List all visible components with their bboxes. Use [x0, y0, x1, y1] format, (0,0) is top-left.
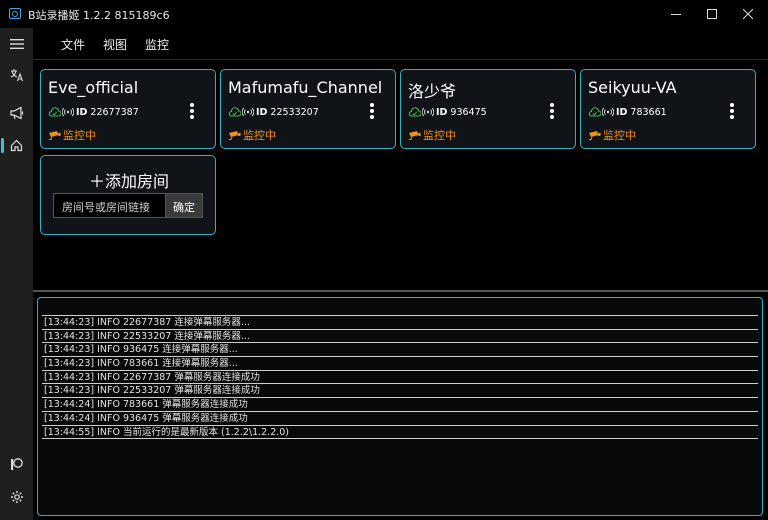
translate-icon [10, 69, 23, 82]
confirm-add-room-button[interactable]: 确定 [165, 193, 203, 218]
log-line: [13:44:55] INFO 当前运行的是最新版本 (1.2.2\1.2.2.… [42, 424, 758, 439]
room-id: 22677387 [90, 106, 139, 118]
camera-icon [408, 130, 421, 140]
minimize-icon [671, 14, 681, 15]
nav-home-button[interactable] [0, 129, 33, 161]
room-id: 783661 [630, 106, 667, 118]
home-icon [10, 139, 23, 151]
room-card[interactable]: 洛少爷 ID 936475 监控中 [400, 69, 576, 149]
room-id-input[interactable]: 房间号或房间链接 [53, 193, 165, 218]
nav-settings-button[interactable] [0, 481, 33, 513]
room-id-label: ID [436, 106, 448, 118]
live-signal-icon [602, 107, 614, 117]
live-signal-icon [422, 107, 434, 117]
cloud-check-icon [408, 107, 421, 117]
room-id-label: ID [256, 106, 268, 118]
log-list: [13:44:23] INFO 22677387 连接弹幕服务器... [13:4… [42, 315, 758, 440]
room-meta: ID 936475 [408, 106, 487, 118]
log-line: [13:44:23] INFO 783661 连接弹幕服务器... [42, 356, 758, 370]
menu-view[interactable]: 视图 [103, 36, 127, 53]
close-button[interactable] [730, 0, 766, 28]
kebab-menu-icon[interactable] [189, 103, 195, 119]
room-meta: ID 22533207 [228, 106, 319, 118]
close-icon [743, 9, 753, 19]
live-signal-icon [242, 107, 254, 117]
log-line: [13:44:23] INFO 22533207 弹幕服务器连接成功 [42, 383, 758, 397]
nav-language-button[interactable] [0, 59, 33, 91]
room-id: 936475 [450, 106, 487, 118]
settings-gear-icon [10, 491, 23, 503]
room-name: 洛少爷 [408, 82, 457, 101]
cloud-check-icon [48, 107, 61, 117]
app-logo-icon [9, 8, 21, 19]
live-signal-icon [62, 107, 74, 117]
log-panel: [13:44:23] INFO 22677387 连接弹幕服务器... [13:4… [37, 297, 763, 516]
cloud-check-icon [228, 107, 241, 117]
kebab-menu-icon[interactable] [729, 103, 735, 119]
patreon-icon [11, 457, 23, 470]
room-name: Eve_official [48, 78, 139, 97]
hamburger-menu-icon [9, 39, 24, 49]
add-room-card: ＋添加房间 房间号或房间链接 确定 [40, 155, 216, 235]
room-id-label: ID [76, 106, 88, 118]
room-card[interactable]: Mafumafu_Channel ID 22533207 监控中 [220, 69, 396, 149]
room-card[interactable]: Seikyuu-VA ID 783661 监控中 [580, 69, 756, 149]
room-meta: ID 22677387 [48, 106, 139, 118]
camera-icon [48, 130, 61, 140]
maximize-button[interactable] [694, 0, 730, 28]
nav-announcement-button[interactable] [0, 97, 33, 129]
cloud-check-icon [588, 107, 601, 117]
room-meta: ID 783661 [588, 106, 667, 118]
monitor-status-label: 监控中 [603, 129, 636, 142]
log-line: [13:44:23] INFO 22677387 弹幕服务器连接成功 [42, 369, 758, 384]
minimize-button[interactable] [658, 0, 694, 28]
navigation-rail [0, 28, 33, 520]
menu-file[interactable]: 文件 [61, 36, 85, 53]
room-id-label: ID [616, 106, 628, 118]
megaphone-icon [9, 106, 23, 120]
panel-splitter[interactable] [33, 290, 768, 292]
camera-icon [228, 130, 241, 140]
monitor-status: 监控中 [408, 127, 456, 143]
room-id: 22533207 [270, 106, 319, 118]
log-line: [13:44:24] INFO 936475 弹幕服务器连接成功 [42, 410, 758, 425]
menu-monitor[interactable]: 监控 [145, 36, 169, 53]
maximize-icon [707, 9, 717, 19]
kebab-menu-icon[interactable] [369, 103, 375, 119]
add-room-title: ＋添加房间 [88, 172, 169, 191]
room-name: Seikyuu-VA [588, 78, 677, 97]
nav-sponsor-button[interactable] [0, 448, 33, 480]
log-line: [13:44:24] INFO 783661 弹幕服务器连接成功 [42, 397, 758, 411]
room-name: Mafumafu_Channel [228, 78, 383, 97]
kebab-menu-icon[interactable] [549, 103, 555, 119]
nav-menu-button[interactable] [0, 28, 33, 60]
window-title: B站录播姬 1.2.2 815189c6 [28, 9, 170, 22]
camera-icon [588, 130, 601, 140]
room-card[interactable]: Eve_official ID 22677387 监控中 [40, 69, 216, 149]
log-line: [13:44:23] INFO 22533207 连接弹幕服务器... [42, 328, 758, 343]
menu-bar: 文件 视图 监控 [33, 28, 768, 60]
monitor-status: 监控中 [588, 127, 636, 143]
monitor-status-label: 监控中 [423, 129, 456, 142]
log-line: [13:44:23] INFO 936475 连接弹幕服务器... [42, 342, 758, 356]
log-line: [13:44:23] INFO 22677387 连接弹幕服务器... [42, 315, 758, 329]
monitor-status: 监控中 [48, 127, 96, 143]
title-bar: B站录播姬 1.2.2 815189c6 [0, 0, 768, 28]
monitor-status-label: 监控中 [243, 129, 276, 142]
monitor-status-label: 监控中 [63, 129, 96, 142]
monitor-status: 监控中 [228, 127, 276, 143]
